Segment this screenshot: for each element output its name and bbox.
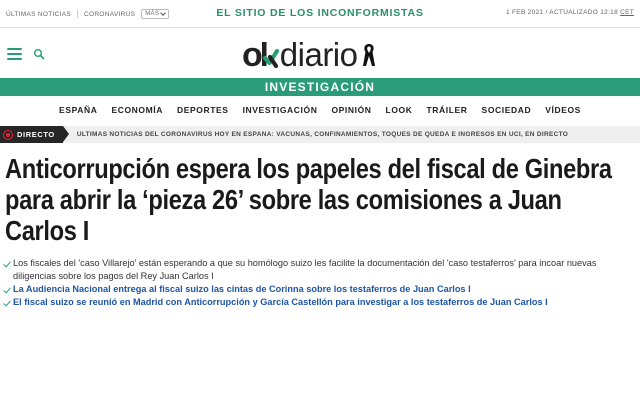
top-bar-links: ÚLTIMAS NOTICIAS CORONAVIRUS MÁS: [6, 9, 170, 19]
related-item: La Audiencia Nacional entrega al fiscal …: [3, 283, 635, 296]
main-nav: ESPAÑA ECONOMÍA DEPORTES INVESTIGACIÓN O…: [0, 96, 640, 124]
nav-item-deportes[interactable]: DEPORTES: [170, 105, 236, 115]
logo-ok: o: [242, 36, 279, 75]
live-icon: [3, 129, 13, 140]
nav-item-economia[interactable]: ECONOMÍA: [104, 105, 170, 115]
summary-item: Los fiscales del 'caso Villarejo' están …: [3, 257, 635, 283]
nav-item-espana[interactable]: ESPAÑA: [52, 105, 104, 115]
more-dropdown[interactable]: MÁS: [141, 9, 170, 19]
top-bar: ÚLTIMAS NOTICIAS CORONAVIRUS MÁS EL SITI…: [0, 0, 640, 28]
live-badge: DIRECTO: [0, 126, 69, 143]
divider: [77, 10, 78, 18]
check-icon: [3, 298, 11, 307]
site-logo[interactable]: o diario: [242, 36, 376, 75]
check-icon: [3, 285, 11, 294]
nav-item-look[interactable]: LOOK: [379, 105, 420, 115]
search-icon[interactable]: [33, 48, 45, 60]
mourning-ribbon-icon: [362, 44, 375, 66]
nav-item-videos[interactable]: VÍDEOS: [538, 105, 588, 115]
site-tagline: EL SITIO DE LOS INCONFORMISTAS: [216, 7, 424, 19]
chevron-down-icon: [160, 10, 166, 16]
summary-text: Los fiscales del 'caso Villarejo' están …: [13, 258, 597, 281]
related-item: El fiscal suizo se reunió en Madrid con …: [3, 296, 635, 309]
logo-k-check-icon: [261, 42, 279, 69]
site-header: o diario: [0, 28, 640, 78]
related-link[interactable]: El fiscal suizo se reunió en Madrid con …: [13, 297, 548, 307]
timezone-link[interactable]: CET: [620, 9, 634, 16]
check-icon: [3, 259, 11, 268]
article-summary-list: Los fiscales del 'caso Villarejo' están …: [3, 257, 635, 309]
nav-item-sociedad[interactable]: SOCIEDAD: [475, 105, 539, 115]
latest-news-link[interactable]: ÚLTIMAS NOTICIAS: [6, 11, 71, 18]
nav-item-investigacion[interactable]: INVESTIGACIÓN: [236, 105, 325, 115]
date-stamp: 1 FEB 2021 / ACTUALIZADO 12:18 CET: [506, 9, 634, 16]
live-ticker[interactable]: DIRECTO ÚLTIMAS NOTICIAS DEL CORONAVIRUS…: [0, 126, 640, 143]
section-title[interactable]: INVESTIGACIÓN: [0, 80, 640, 94]
article-headline: Anticorrupción espera los papeles del fi…: [5, 153, 612, 246]
nav-item-trailer[interactable]: TRÁILER: [420, 105, 475, 115]
nav-item-opinion[interactable]: OPINIÓN: [324, 105, 378, 115]
date-text: 1 FEB 2021 / ACTUALIZADO 12:18: [506, 9, 618, 16]
more-label: MÁS: [145, 11, 160, 17]
section-banner: INVESTIGACIÓN: [0, 78, 640, 96]
logo-diario: diario: [279, 36, 358, 73]
live-label: DIRECTO: [17, 130, 55, 139]
live-ticker-text[interactable]: ÚLTIMAS NOTICIAS DEL CORONAVIRUS HOY EN …: [77, 131, 568, 138]
menu-icon[interactable]: [7, 48, 22, 60]
related-link[interactable]: La Audiencia Nacional entrega al fiscal …: [13, 284, 471, 294]
coronavirus-link[interactable]: CORONAVIRUS: [84, 11, 135, 18]
